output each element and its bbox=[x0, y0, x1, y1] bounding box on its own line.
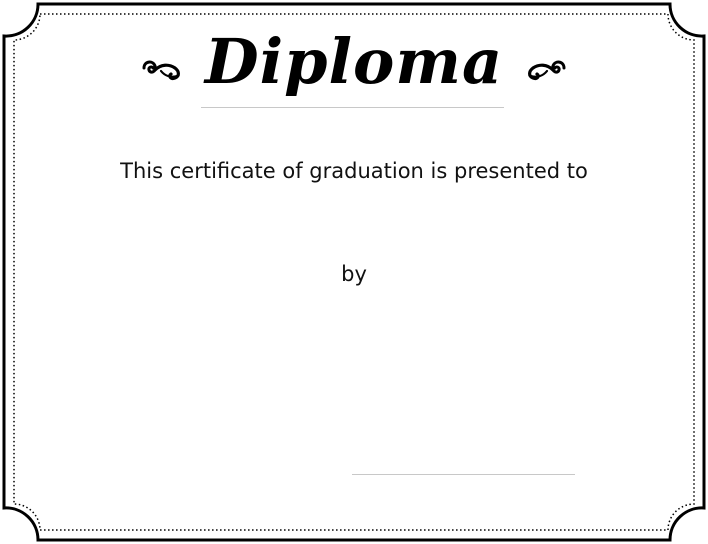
presented-to-text: This certificate of graduation is presen… bbox=[120, 159, 588, 183]
by-text: by bbox=[341, 262, 367, 286]
title-row: Diploma bbox=[0, 22, 708, 102]
signature-line bbox=[352, 474, 575, 475]
right-flourish-icon bbox=[528, 60, 566, 81]
certificate-title: Diploma bbox=[204, 25, 504, 98]
title-divider bbox=[201, 107, 504, 108]
left-flourish-icon bbox=[142, 60, 180, 81]
